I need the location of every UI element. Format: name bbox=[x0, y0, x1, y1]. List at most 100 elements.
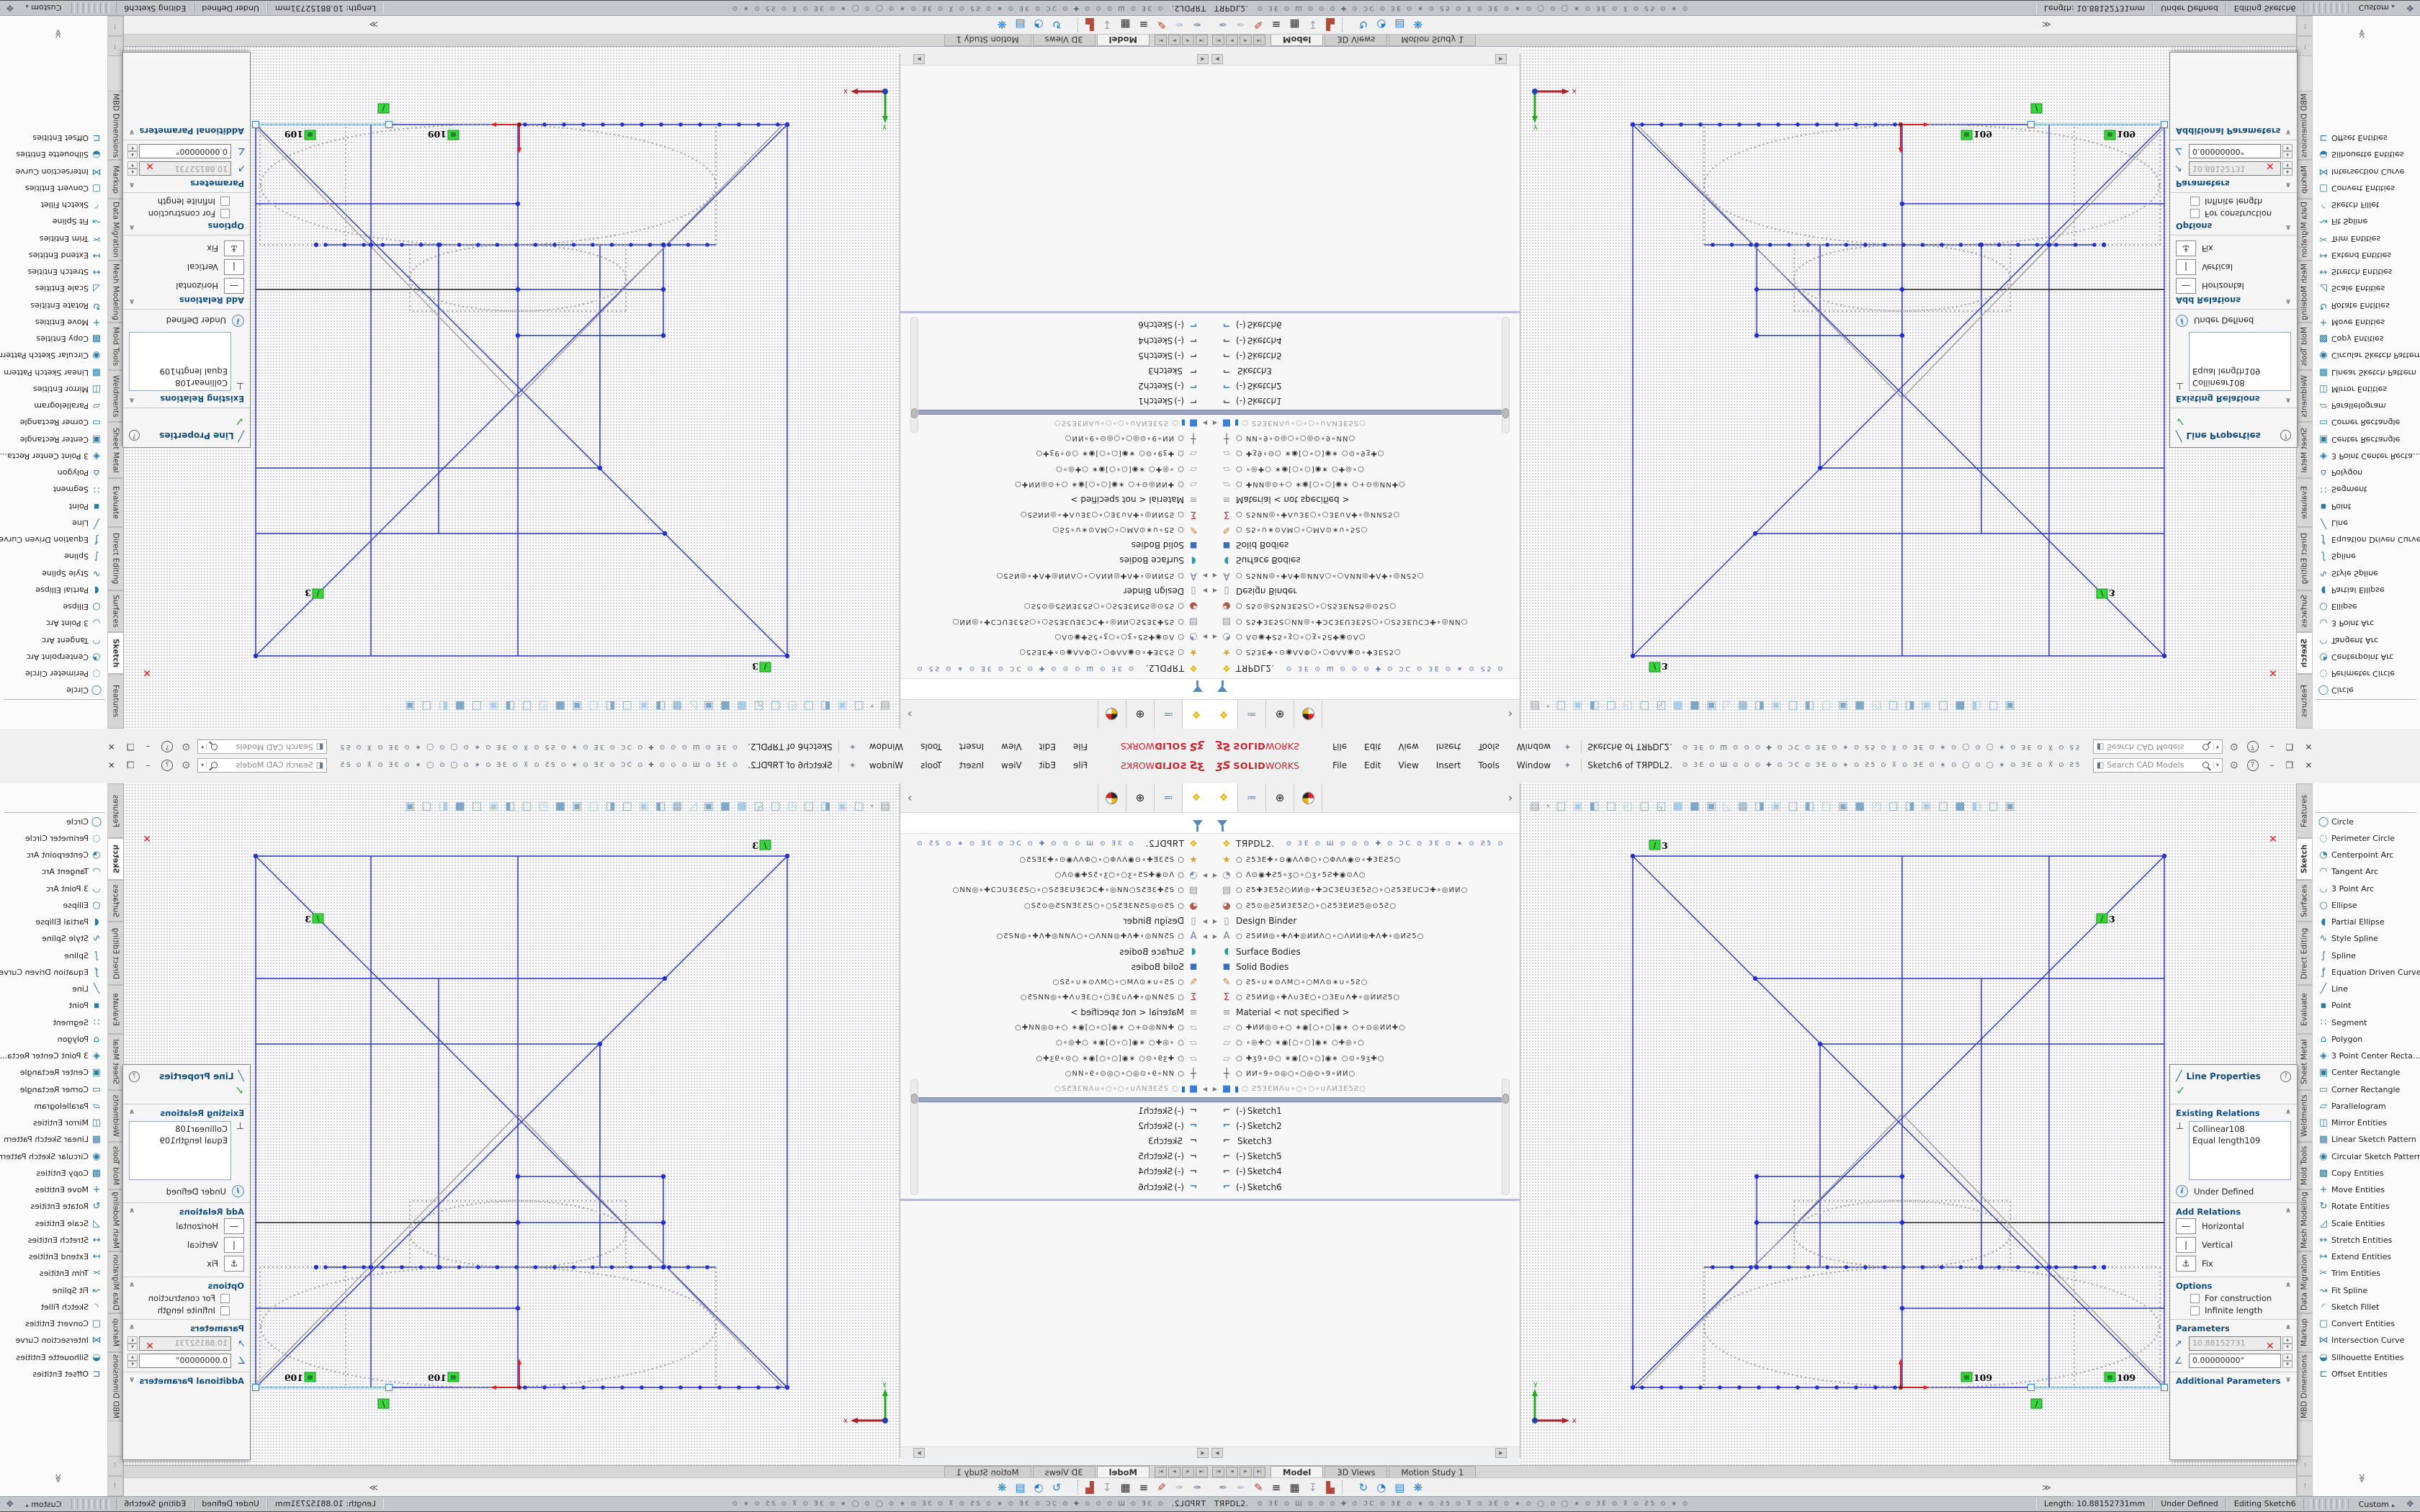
search-dropdown-icon[interactable]: ▾ bbox=[201, 762, 207, 768]
tree-item[interactable]: ★○ Ƨ53Ε✚∘⊙◉ΛΛΦ○∘○ΦΛΛ◉⊙∘✚3ΕƧ5○ bbox=[1210, 852, 1508, 868]
view-cube-icon[interactable]: ▣ bbox=[488, 700, 498, 713]
view-cube-icon[interactable]: ■ bbox=[1855, 700, 1865, 713]
view-cube-icon[interactable]: □ bbox=[421, 700, 431, 713]
status-end-icon[interactable]: ❖ bbox=[2406, 3, 2414, 14]
search-icon[interactable] bbox=[2202, 744, 2209, 750]
menu-edit[interactable]: Edit bbox=[1355, 742, 1389, 752]
search-input[interactable]: Search CAD Models bbox=[218, 742, 313, 752]
tree-item-sketch1[interactable]: ⌐(-) Sketch1 bbox=[1210, 394, 1508, 409]
expand-arrow-icon[interactable]: ▶ bbox=[1210, 918, 1220, 924]
view-cube-icon[interactable]: □ bbox=[1938, 799, 1948, 812]
tree-item[interactable]: ◕○ Ƨ5⊙◎Ƨ5И3Ε5Ƨ○∘○Ƨ53ΕИƧ5◎⊙5Ƨ○ bbox=[912, 598, 1210, 613]
panel-expand-chevron-icon[interactable]: › bbox=[900, 708, 912, 721]
option-for-construction[interactable]: For construction bbox=[123, 209, 250, 221]
tab-scroll-button[interactable]: |◀ bbox=[1196, 35, 1208, 45]
view-cube-icon[interactable]: ■ bbox=[1855, 799, 1865, 812]
tool-rotate-entities[interactable]: ↻Rotate Entities bbox=[2316, 1199, 2390, 1215]
view-cube-icon[interactable]: ■ bbox=[555, 700, 565, 713]
doc-tab-model[interactable]: Model bbox=[1270, 1466, 1323, 1478]
option-for-construction[interactable]: For construction bbox=[2170, 1291, 2297, 1303]
expand-chevron-icon[interactable]: ∨ bbox=[2285, 1376, 2291, 1386]
tool-silhouette-entities[interactable]: ◒Silhouette Entities bbox=[2316, 147, 2404, 163]
commandmanager-tab-mesh-modeling[interactable]: Mesh Modeling bbox=[2297, 1189, 2313, 1251]
view-cube-icon[interactable]: ▣ bbox=[1572, 799, 1582, 812]
search-input[interactable]: Search CAD Models bbox=[2107, 760, 2202, 770]
view-cube-icon[interactable]: □ bbox=[854, 799, 864, 812]
menu-insert[interactable]: Insert bbox=[951, 760, 992, 770]
relation-item[interactable]: Equal length109 bbox=[2192, 1135, 2287, 1146]
toolbar-icon[interactable]: ✒ bbox=[1219, 18, 1228, 31]
relation-item[interactable]: Collinear108 bbox=[2192, 377, 2287, 389]
view-cube-icon[interactable]: □ bbox=[1606, 799, 1616, 812]
tool-extend-entities[interactable]: ↦Extend Entities bbox=[29, 248, 104, 264]
tool-move-entities[interactable]: +Move Entities bbox=[2316, 1182, 2385, 1198]
view-cube-icon[interactable]: ◰ bbox=[1623, 799, 1633, 812]
tree-item-sketch1[interactable]: ⌐(-) Sketch1 bbox=[912, 1103, 1210, 1118]
tool-move-entities[interactable]: +Move Entities bbox=[35, 1182, 104, 1198]
tool-style-spline[interactable]: ∿Style Spline bbox=[42, 565, 104, 581]
view-cube-icon[interactable]: ◱ bbox=[753, 799, 763, 812]
menu-tools[interactable]: Tools bbox=[1469, 742, 1508, 752]
restore-button[interactable]: ❒ bbox=[127, 742, 135, 752]
add-relation-fix[interactable]: ⚓Fix bbox=[123, 239, 250, 258]
toolbar-icon[interactable]: ✒ bbox=[1192, 18, 1201, 31]
tool-ellipse[interactable]: ○Ellipse bbox=[2316, 599, 2357, 615]
tool-perimeter-circle[interactable]: ◌Perimeter Circle bbox=[25, 830, 104, 846]
toolbar-icon[interactable]: ✎ bbox=[1157, 18, 1166, 31]
tool-sketch-fillet[interactable]: ◜Sketch Fillet bbox=[41, 197, 104, 213]
tree-item-design-binder[interactable]: ▶▯Design Binder bbox=[1210, 914, 1508, 929]
collapse-chevron-icon[interactable]: ∧ bbox=[129, 295, 135, 305]
menu-view[interactable]: View bbox=[992, 742, 1030, 752]
view-cube-icon[interactable]: ◨ bbox=[1754, 700, 1765, 713]
view-cube-icon[interactable]: ■ bbox=[555, 799, 565, 812]
panel-divider[interactable] bbox=[1210, 1199, 1520, 1201]
tab-dimxpertmanager[interactable] bbox=[1098, 700, 1126, 729]
commandmanager-tab-surfaces[interactable]: Surfaces bbox=[2297, 880, 2313, 922]
tree-item-solid-bodies[interactable]: ◼Solid Bodies bbox=[1210, 538, 1508, 553]
commandmanager-tab-features[interactable]: Features bbox=[2297, 674, 2313, 729]
menu-window[interactable]: Window bbox=[861, 742, 912, 752]
view-cube-icon[interactable]: ▣ bbox=[1922, 799, 1932, 812]
tool-move-entities[interactable]: +Move Entities bbox=[35, 315, 104, 330]
menu-insert[interactable]: Insert bbox=[1428, 742, 1469, 752]
view-cube-icon[interactable]: ▣ bbox=[2005, 799, 2015, 812]
tool-equation-driven-curve[interactable]: ƒEquation Driven Curve bbox=[2316, 964, 2420, 980]
collapse-chevron-icon[interactable]: ∧ bbox=[129, 394, 135, 404]
tree-item-solid-bodies[interactable]: ◼Solid Bodies bbox=[912, 538, 1210, 553]
tool-style-spline[interactable]: ∿Style Spline bbox=[42, 931, 104, 947]
tool-trim-entities[interactable]: ✂Trim Entities bbox=[40, 1266, 104, 1282]
tool-parallelogram[interactable]: ▱Parallelogram bbox=[34, 398, 104, 414]
tool-intersection-curve[interactable]: ⋈Intersection Curve bbox=[16, 163, 104, 179]
tree-item-material-not-specified-[interactable]: ≡Material < not specified > bbox=[1210, 1005, 1508, 1020]
palette-overflow-chevron-icon[interactable]: ≫ bbox=[53, 1474, 63, 1483]
view-cube-icon[interactable]: □ bbox=[622, 700, 632, 713]
tab-propertymanager[interactable]: ≔ bbox=[1154, 783, 1182, 812]
tool-mirror-entities[interactable]: ◫Mirror Entities bbox=[33, 1115, 104, 1131]
tree-h-scrollbar[interactable]: ◀ ▶ bbox=[1210, 54, 1520, 66]
view-cube-icon[interactable]: □ bbox=[771, 700, 781, 713]
view-cube-icon[interactable]: ◧ bbox=[820, 700, 830, 713]
length-spinner[interactable]: ▲▼ bbox=[2282, 1336, 2293, 1351]
tool-ellipse[interactable]: ○Ellipse bbox=[2316, 897, 2357, 913]
tool-circle[interactable]: ◯Circle bbox=[66, 814, 104, 829]
tool-3-point-center-recta-[interactable]: ◈3 Point Center Recta... bbox=[2316, 1048, 2420, 1064]
expand-chevron-icon[interactable]: ∨ bbox=[129, 1376, 135, 1386]
toolbar-icon[interactable]: ↧ bbox=[1103, 18, 1112, 31]
toolbar-icon-blue[interactable]: ◔ bbox=[1376, 18, 1386, 31]
tool-copy-entities[interactable]: ▩Copy Entities bbox=[36, 1165, 104, 1181]
commandmanager-tab-overflow[interactable]: ⁝ bbox=[107, 1456, 123, 1476]
collapse-chevron-icon[interactable]: ∧ bbox=[129, 1207, 135, 1217]
tool-circular-sketch-pattern[interactable]: ◉Circular Sketch Pattern bbox=[2316, 1148, 2420, 1164]
collapse-chevron-icon[interactable]: ∧ bbox=[2285, 1323, 2291, 1333]
user-account-icon[interactable]: ⊙ bbox=[2230, 742, 2238, 753]
view-cube-icon[interactable]: □ bbox=[622, 799, 632, 812]
tab-scroll-button[interactable]: |◀ bbox=[1196, 1467, 1208, 1477]
tree-filter-box[interactable] bbox=[1210, 813, 1520, 834]
tool-point[interactable]: ▪Point bbox=[2316, 498, 2351, 514]
commandmanager-tab-mbd-dimensions[interactable]: MBD Dimensions bbox=[107, 1352, 123, 1421]
panel-help-icon[interactable]: ? bbox=[2280, 431, 2291, 441]
commandmanager-tab-weldments[interactable]: Weldments bbox=[107, 370, 123, 422]
expand-arrow-icon[interactable]: ▶ bbox=[1210, 1086, 1220, 1092]
tool-perimeter-circle[interactable]: ◌Perimeter Circle bbox=[2316, 830, 2395, 846]
tree-item-sketch4[interactable]: ⌐(-) Sketch4 bbox=[1210, 333, 1508, 348]
